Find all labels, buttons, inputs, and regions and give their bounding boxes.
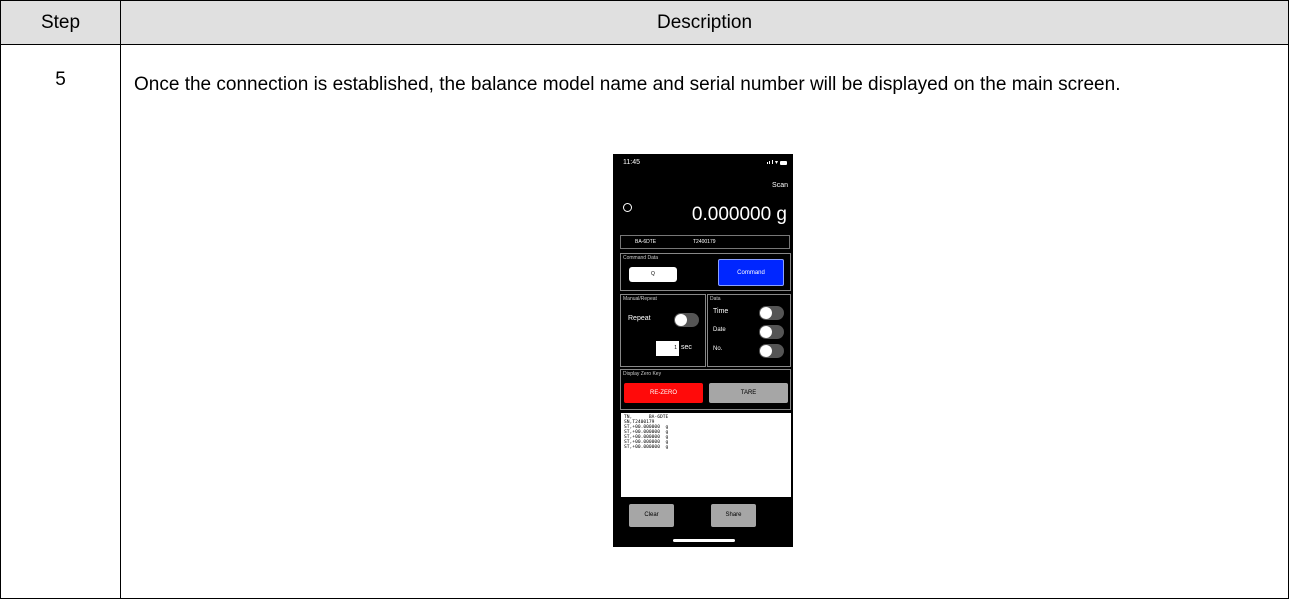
tare-button[interactable]: TARE xyxy=(709,383,788,403)
log-line: ST,+00.000000 g xyxy=(624,445,669,450)
repeat-toggle[interactable] xyxy=(674,313,699,327)
signal-icon xyxy=(766,159,773,166)
time-toggle[interactable] xyxy=(759,306,784,320)
repeat-label: Repeat xyxy=(628,315,651,322)
clear-button[interactable]: Clear xyxy=(629,504,674,527)
scan-button[interactable]: Scan xyxy=(772,182,788,189)
share-button[interactable]: Share xyxy=(711,504,756,527)
phone-screenshot: 11:45 ▾ Scan 0.000000 g BA-6DTE T2400179… xyxy=(613,154,793,547)
time-label: Time xyxy=(713,308,729,315)
step-header: Step xyxy=(0,0,121,45)
command-panel-label: Command Data xyxy=(623,255,659,261)
manual-repeat-panel: Manual/Repeat Repeat 1 sec xyxy=(620,294,706,367)
description-cell: Once the connection is established, the … xyxy=(120,44,1289,599)
weight-display: 0.000000 g xyxy=(691,204,787,225)
date-label: Date xyxy=(713,327,726,333)
rezero-button[interactable]: RE-ZERO xyxy=(624,383,703,403)
command-panel: Command Data Q Command xyxy=(620,253,791,291)
step-cell: 5 xyxy=(0,44,121,599)
output-log: TN, BA-6DTE SN,T2400179 ST,+00.000000 g ST,… xyxy=(621,413,791,497)
model-name: BA-6DTE xyxy=(635,239,657,245)
step-number: 5 xyxy=(55,69,66,90)
number-toggle[interactable] xyxy=(759,344,784,358)
display-zero-label: Display Zero Key xyxy=(623,371,662,377)
status-icons: ▾ xyxy=(766,159,787,166)
interval-unit: sec xyxy=(681,344,692,351)
manual-repeat-label: Manual/Repeat xyxy=(623,296,657,302)
battery-icon xyxy=(780,160,787,165)
command-input[interactable]: Q xyxy=(629,267,677,282)
data-panel-label: Data xyxy=(710,296,721,302)
no-label: No. xyxy=(713,346,723,352)
command-button[interactable]: Command xyxy=(718,259,784,286)
date-toggle[interactable] xyxy=(759,325,784,339)
wifi-icon: ▾ xyxy=(774,160,778,166)
procedure-table: Step Description 5 Once the connection i… xyxy=(0,0,1289,599)
description-text: Once the connection is established, the … xyxy=(134,74,1121,95)
data-panel: Data Time Date No. xyxy=(707,294,791,367)
interval-input[interactable]: 1 xyxy=(656,341,679,356)
connection-indicator-icon xyxy=(623,203,632,212)
description-header: Description xyxy=(120,0,1289,45)
home-indicator[interactable] xyxy=(673,539,735,542)
display-zero-panel: Display Zero Key RE-ZERO TARE xyxy=(620,369,791,410)
status-time: 11:45 xyxy=(623,159,640,166)
balance-info-bar: BA-6DTE T2400179 xyxy=(620,235,790,249)
serial-number: T2400179 xyxy=(693,239,716,245)
